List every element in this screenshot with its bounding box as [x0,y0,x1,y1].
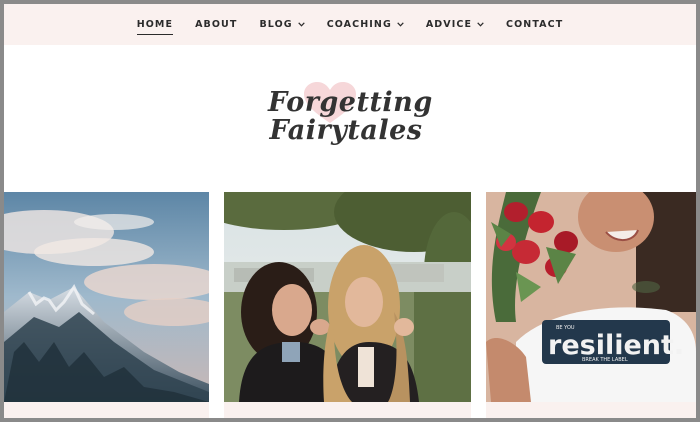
nav-blog-label: BLOG [259,19,293,30]
chevron-down-icon [477,22,484,27]
logo-wordmark: Forgetting Fairytales [268,89,432,145]
main-navigation: HOME ABOUT BLOG COACHING ADVICE CONTACT [4,4,696,45]
post-card-mountain[interactable] [4,192,209,402]
post-card-resilient[interactable]: resilient. BE YOU BREAK THE LABEL [486,192,696,402]
nav-contact[interactable]: CONTACT [506,15,563,34]
chevron-down-icon [297,22,305,27]
nav-home[interactable]: HOME [136,15,174,35]
shirt-small-text: BREAK THE LABEL [582,357,628,363]
woman-with-roses-photo: resilient. BE YOU BREAK THE LABEL [486,192,696,402]
nav-about[interactable]: ABOUT [195,15,237,34]
two-women-laughing-photo [224,192,471,402]
nav-advice-label: ADVICE [425,19,473,30]
logo-line-1: Forgetting [268,87,433,118]
nav-advice[interactable]: ADVICE [426,15,484,34]
post-card-footer [486,402,696,418]
post-card-footer [4,402,209,418]
nav-home-label: HOME [136,19,174,30]
chevron-down-icon [397,22,404,27]
nav-coaching-label: COACHING [326,19,392,30]
nav-contact-label: CONTACT [506,19,564,30]
nav-coaching[interactable]: COACHING [327,15,404,34]
post-card-friends[interactable] [224,192,471,402]
nav-blog[interactable]: BLOG [259,15,305,34]
post-card-footer [224,402,471,418]
site-logo[interactable]: Forgetting Fairytales [4,45,696,192]
nav-about-label: ABOUT [195,19,238,30]
logo-line-2: Fairytales [269,115,423,146]
shirt-tiny-text: BE YOU [556,325,575,331]
snowy-mountain-photo [4,192,209,402]
browser-page: HOME ABOUT BLOG COACHING ADVICE CONTACT … [4,4,696,418]
